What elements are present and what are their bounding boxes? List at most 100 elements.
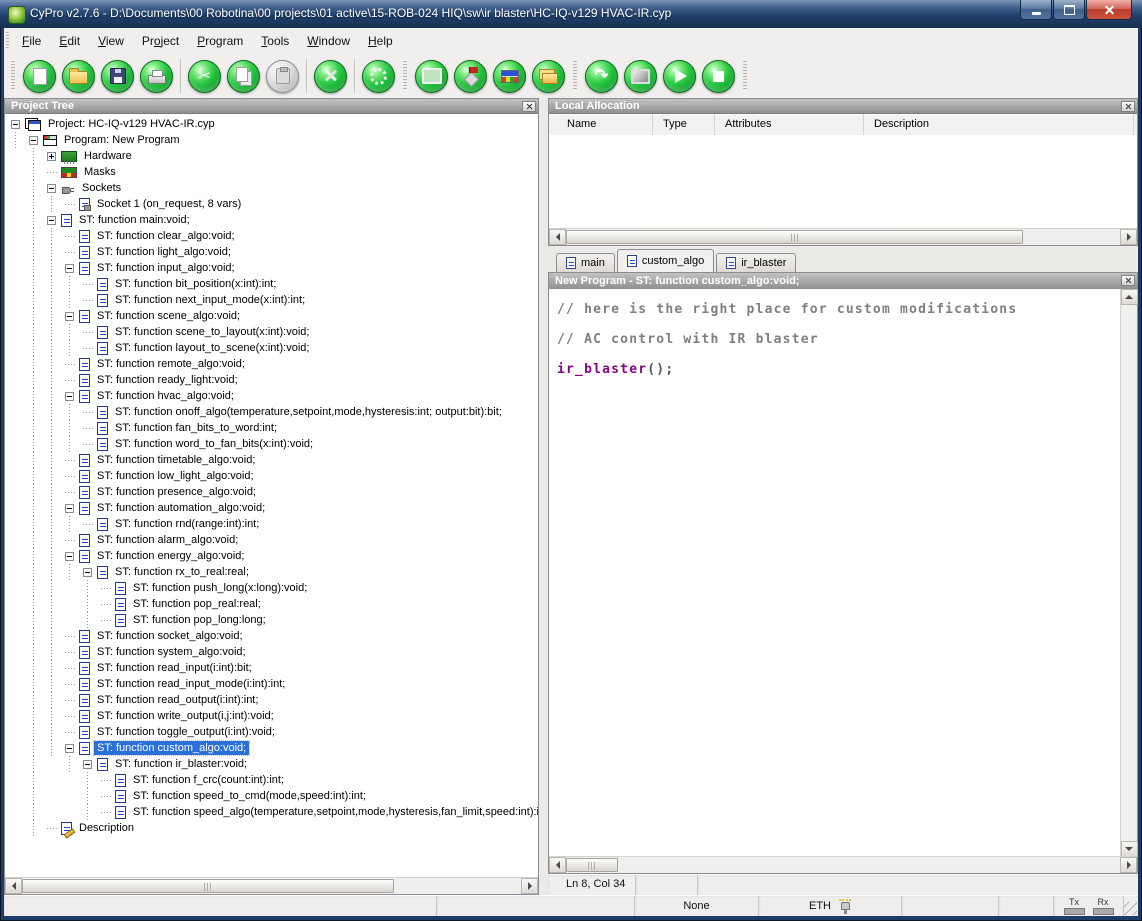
tree-item[interactable]: ST: function socket_algo:void; [5, 628, 538, 644]
column-header-description[interactable]: Description [864, 114, 1134, 135]
scrollbar-thumb[interactable] [566, 230, 1023, 244]
flag-button[interactable] [454, 60, 487, 93]
collapse-box-icon[interactable] [47, 216, 56, 225]
tree-item[interactable]: ST: function scene_to_layout(x:int):void… [5, 324, 538, 340]
tree-item[interactable]: ST: function low_light_algo:void; [5, 468, 538, 484]
print-button[interactable] [140, 60, 173, 93]
tree-item[interactable]: Hardware [5, 148, 538, 164]
allocation-horizontal-scrollbar[interactable] [549, 228, 1137, 245]
collapse-box-icon[interactable] [47, 184, 56, 193]
tree-item[interactable]: ST: function automation_algo:void; [5, 500, 538, 516]
scroll-left-button[interactable] [5, 878, 22, 894]
tree-item[interactable]: ST: function system_algo:void; [5, 644, 538, 660]
tree-item[interactable]: Description [5, 820, 538, 836]
tree-item[interactable]: ST: function read_output(i:int):int; [5, 692, 538, 708]
tree-item[interactable]: ST: function timetable_algo:void; [5, 452, 538, 468]
tree-item[interactable]: ST: function fan_bits_to_word:int; [5, 420, 538, 436]
editor-close-button[interactable] [1121, 275, 1135, 286]
column-header-type[interactable]: Type [653, 114, 715, 135]
scroll-up-button[interactable] [1121, 289, 1138, 305]
scroll-right-button[interactable] [1120, 229, 1137, 245]
copy-button[interactable] [227, 60, 260, 93]
close-button[interactable] [1086, 0, 1132, 20]
open-button[interactable] [62, 60, 95, 93]
column-header-attributes[interactable]: Attributes [715, 114, 864, 135]
tree-item[interactable]: ST: function read_input(i:int):bit; [5, 660, 538, 676]
tab-custom_algo[interactable]: custom_algo [617, 249, 714, 272]
title-bar[interactable]: CyPro v2.7.6 - D:\Documents\00 Robotina\… [0, 0, 1142, 28]
column-header-name[interactable]: Name [549, 114, 653, 135]
menu-help[interactable]: Help [359, 30, 402, 52]
code-area[interactable]: // here is the right place for custom mo… [549, 289, 1120, 857]
tab-main[interactable]: main [556, 253, 615, 272]
tree-item[interactable]: ST: function speed_to_cmd(mode,speed:int… [5, 788, 538, 804]
expand-box-icon[interactable] [47, 152, 56, 161]
collapse-box-icon[interactable] [65, 552, 74, 561]
tree-item[interactable]: ST: function toggle_output(i:int):void; [5, 724, 538, 740]
tree-horizontal-scrollbar[interactable] [5, 877, 538, 894]
download-button[interactable] [585, 60, 618, 93]
hardware-button[interactable] [415, 60, 448, 93]
tree-item[interactable]: ST: function rx_to_real:real; [5, 564, 538, 580]
cut-button[interactable] [188, 60, 221, 93]
tree-item[interactable]: ST: function next_input_mode(x:int):int; [5, 292, 538, 308]
tree-item[interactable]: ST: function clear_algo:void; [5, 228, 538, 244]
tree-item[interactable]: Socket 1 (on_request, 8 vars) [5, 196, 538, 212]
scroll-left-button[interactable] [549, 229, 566, 245]
tree-item[interactable]: ST: function remote_algo:void; [5, 356, 538, 372]
maximize-button[interactable] [1053, 0, 1085, 20]
collapse-box-icon[interactable] [83, 760, 92, 769]
stop-button[interactable] [702, 60, 735, 93]
scroll-right-button[interactable] [1120, 857, 1137, 873]
tree-item[interactable]: ST: function pop_long:long; [5, 612, 538, 628]
menu-edit[interactable]: Edit [50, 30, 89, 52]
tree-item[interactable]: ST: function custom_algo:void; [5, 740, 538, 756]
scroll-left-button[interactable] [549, 857, 566, 873]
build-button[interactable] [314, 60, 347, 93]
collapse-box-icon[interactable] [65, 392, 74, 401]
editor-vertical-scrollbar[interactable] [1120, 289, 1137, 857]
collapse-box-icon[interactable] [65, 504, 74, 513]
scrollbar-thumb[interactable] [566, 858, 618, 872]
tree-item[interactable]: ST: function f_crc(count:int):int; [5, 772, 538, 788]
collapse-box-icon[interactable] [65, 744, 74, 753]
tab-ir_blaster[interactable]: ir_blaster [716, 253, 796, 272]
collapse-box-icon[interactable] [65, 264, 74, 273]
masks-button[interactable] [493, 60, 526, 93]
tree-item[interactable]: ST: function bit_position(x:int):int; [5, 276, 538, 292]
files-button[interactable] [532, 60, 565, 93]
collapse-box-icon[interactable] [11, 120, 20, 129]
menu-window[interactable]: Window [298, 30, 359, 52]
collapse-box-icon[interactable] [29, 136, 38, 145]
tree-item[interactable]: ST: function input_algo:void; [5, 260, 538, 276]
tree-item[interactable]: ST: function ready_light:void; [5, 372, 538, 388]
tree-item[interactable]: ST: function main:void; [5, 212, 538, 228]
scroll-down-button[interactable] [1121, 841, 1138, 857]
project-tree-close-button[interactable] [522, 101, 536, 112]
tree-item[interactable]: ST: function presence_algo:void; [5, 484, 538, 500]
tree-item[interactable]: ST: function onoff_algo(temperature,setp… [5, 404, 538, 420]
editor-horizontal-scrollbar[interactable] [549, 856, 1137, 873]
tree-item[interactable]: ST: function pop_real:real; [5, 596, 538, 612]
menu-view[interactable]: View [89, 30, 133, 52]
tree-item[interactable]: Program: New Program [5, 132, 538, 148]
minimize-button[interactable] [1020, 0, 1052, 20]
allocation-table-body[interactable] [549, 135, 1137, 228]
menu-file[interactable]: File [13, 30, 50, 52]
tree-item[interactable]: ST: function speed_algo(temperature,setp… [5, 804, 538, 820]
tree-item[interactable]: Masks [5, 164, 538, 180]
resize-grip[interactable] [1124, 902, 1137, 915]
tree-item[interactable]: Project: HC-IQ-v129 HVAC-IR.cyp [5, 116, 538, 132]
tree-item[interactable]: ST: function scene_algo:void; [5, 308, 538, 324]
menu-tools[interactable]: Tools [252, 30, 298, 52]
tree-item[interactable]: ST: function push_long(x:long):void; [5, 580, 538, 596]
scroll-right-button[interactable] [521, 878, 538, 894]
tree-item[interactable]: ST: function write_output(i,j:int):void; [5, 708, 538, 724]
tree-item[interactable]: Sockets [5, 180, 538, 196]
collapse-box-icon[interactable] [65, 312, 74, 321]
scrollbar-thumb[interactable] [22, 879, 394, 893]
settings-button[interactable] [362, 60, 395, 93]
tree-item[interactable]: ST: function word_to_fan_bits(x:int):voi… [5, 436, 538, 452]
tree-item[interactable]: ST: function ir_blaster:void; [5, 756, 538, 772]
local-allocation-close-button[interactable] [1121, 101, 1135, 112]
